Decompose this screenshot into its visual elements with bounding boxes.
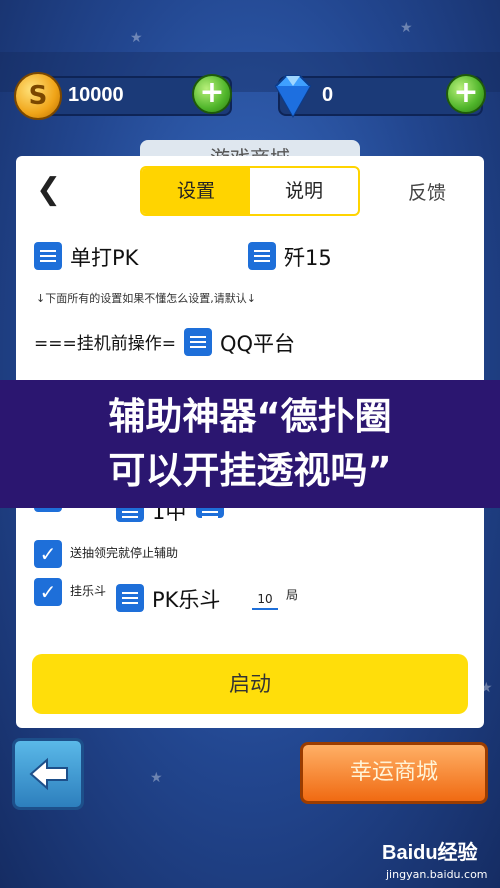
coin-count: 10000 — [68, 84, 124, 106]
decor-star: ★ — [150, 770, 163, 786]
back-arrow-icon — [29, 757, 68, 791]
tab-instructions[interactable]: 说明 — [250, 168, 358, 214]
pre-hang-label: ===挂机前操作= — [34, 334, 176, 354]
coin-icon: S — [14, 72, 62, 120]
menu-icon[interactable] — [116, 584, 144, 612]
resource-bar: S 10000 + 0 + — [0, 0, 500, 140]
add-coins-button[interactable]: + — [192, 74, 232, 114]
back-chevron-icon[interactable]: ❮ — [36, 174, 66, 206]
hang-ledou-label: 挂乐斗 — [70, 584, 107, 598]
back-button[interactable] — [12, 738, 84, 810]
aircraft-dropdown[interactable]: 歼15 — [284, 242, 332, 272]
gem-count: 0 — [322, 84, 334, 106]
baidu-watermark: Baidu经验 jingyan.baidu.com — [378, 836, 498, 886]
ledou-mode-dropdown[interactable]: PK乐斗 — [152, 584, 220, 614]
stop-after-draw-checkbox[interactable]: ✓ — [34, 540, 62, 568]
game-mode-dropdown[interactable]: 单打PK — [70, 242, 138, 272]
tab-group: 设置 说明 — [140, 166, 360, 216]
tab-settings[interactable]: 设置 — [142, 168, 250, 214]
start-button[interactable]: 启动 — [32, 654, 468, 714]
diamond-icon — [274, 75, 312, 118]
stop-after-draw-label: 送抽领完就停止辅助 — [70, 546, 179, 560]
add-gems-button[interactable]: + — [446, 74, 486, 114]
settings-hint: ↓下面所有的设置如果不懂怎么设置,请默认↓ — [36, 292, 256, 305]
menu-icon[interactable] — [34, 242, 62, 270]
lucky-shop-button[interactable]: 幸运商城 — [300, 742, 488, 804]
rounds-unit: 局 — [286, 588, 299, 602]
overlay-line-1: 辅助神器“德扑圈 — [108, 395, 392, 438]
overlay-line-2: 可以开挂透视吗” — [108, 449, 392, 492]
menu-icon[interactable] — [184, 328, 212, 356]
menu-icon[interactable] — [248, 242, 276, 270]
platform-dropdown[interactable]: QQ平台 — [220, 328, 295, 358]
hang-ledou-checkbox[interactable]: ✓ — [34, 578, 62, 606]
baidu-logo: Baidu经验 — [382, 842, 478, 864]
rounds-input[interactable] — [252, 590, 278, 610]
baidu-url: jingyan.baidu.com — [386, 868, 488, 881]
overlay-banner: 辅助神器“德扑圈 可以开挂透视吗” — [0, 380, 500, 508]
feedback-link[interactable]: 反馈 — [408, 178, 446, 205]
